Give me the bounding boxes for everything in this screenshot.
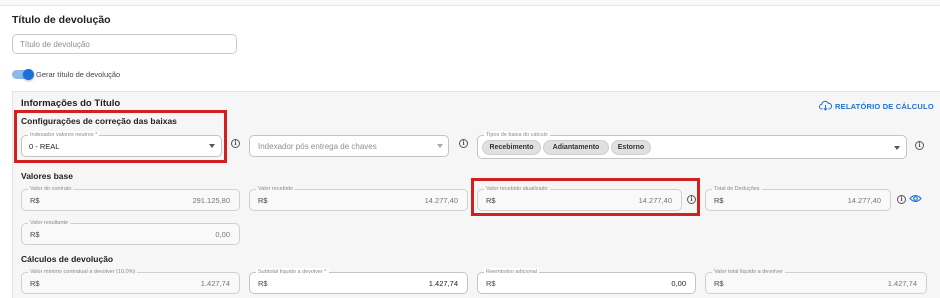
info-icon[interactable]: i [915,141,924,150]
field-label: Subtotal líquido a devolver * [256,268,329,276]
field-label: Valor resultante [28,219,71,227]
field-value: 14.277,40 [424,196,458,205]
post-delivery-indexer-select[interactable]: Indexador pós entrega de chaves [249,135,449,157]
received-value-field: Valor recebido R$ 14.277,40 [249,185,468,211]
field-value: 1.427,74 [887,279,917,288]
chevron-down-icon [894,146,900,150]
field-label: Valor do contrato [28,185,74,193]
field-label: Valor total líquido a devolver [712,268,785,276]
field-label: Valor mínimo contratual a devolver (10,0… [28,268,138,276]
cloud-download-icon [819,100,832,111]
contract-value-field: Valor do contrato R$ 291.125,80 [21,185,240,211]
currency-symbol: R$ [486,279,496,288]
info-icon[interactable]: i [231,139,240,148]
generate-title-toggle[interactable] [12,68,34,80]
post-delivery-placeholder: Indexador pós entrega de chaves [258,142,377,151]
field-label: Total de Deduções [712,185,762,193]
generate-title-label: Gerar título de devolução [36,70,121,79]
eye-icon[interactable] [909,193,922,204]
currency-symbol: R$ [30,230,40,239]
field-value: 14.277,40 [847,196,881,205]
currency-symbol: R$ [714,279,724,288]
chevron-down-icon [437,144,443,148]
writeoff-types-select[interactable]: Tipos de baixa do cálculo Recebimento Ad… [477,131,907,159]
field-value: 0,00 [671,279,686,288]
total-deductions-field: Total de Deduções R$ 14.277,40 [705,185,891,211]
currency-symbol: R$ [30,196,40,205]
currency-symbol: R$ [258,196,268,205]
additional-refund-field[interactable]: Reembolso adicional R$ 0,00 [477,268,696,294]
resulting-value-field: Valor resultante R$ 0,00 [21,219,240,245]
field-value: 0,00 [215,230,230,239]
writeoff-type-chip[interactable]: Recebimento [482,140,541,155]
writeoff-types-label: Tipos de baixa do cálculo [484,131,550,139]
currency-symbol: R$ [30,279,40,288]
top-divider [0,0,940,6]
highlight-box [471,178,700,216]
report-link-label: RELATÓRIO DE CÁLCULO [835,102,934,111]
return-calc-heading: Cálculos de devolução [21,254,114,264]
minimum-return-field: Valor mínimo contratual a devolver (10,0… [21,268,240,294]
field-value: 1.427,74 [428,279,458,288]
currency-symbol: R$ [258,279,268,288]
base-values-heading: Valores base [21,171,73,181]
writeoff-type-chip[interactable]: Adiantamento [543,140,609,155]
return-title-placeholder: Título de devolução [20,40,90,49]
field-value: 1.427,74 [200,279,230,288]
total-net-return-field: Valor total líquido a devolver R$ 1.427,… [705,268,927,294]
field-label: Reembolso adicional [484,268,540,276]
writeoff-type-chip[interactable]: Estorno [611,140,651,155]
toggle-knob [23,69,34,80]
currency-symbol: R$ [714,196,724,205]
field-value: 291.125,80 [192,196,230,205]
highlight-box [14,110,227,163]
info-icon[interactable]: i [897,195,906,204]
field-label: Valor recebido [256,185,296,193]
net-subtotal-field[interactable]: Subtotal líquido a devolver * R$ 1.427,7… [249,268,468,294]
info-icon[interactable]: i [459,139,468,148]
return-title-heading: Título de devolução [12,14,111,26]
title-info-heading: Informações do Título [21,98,121,109]
return-title-input[interactable]: Título de devolução [12,34,237,54]
